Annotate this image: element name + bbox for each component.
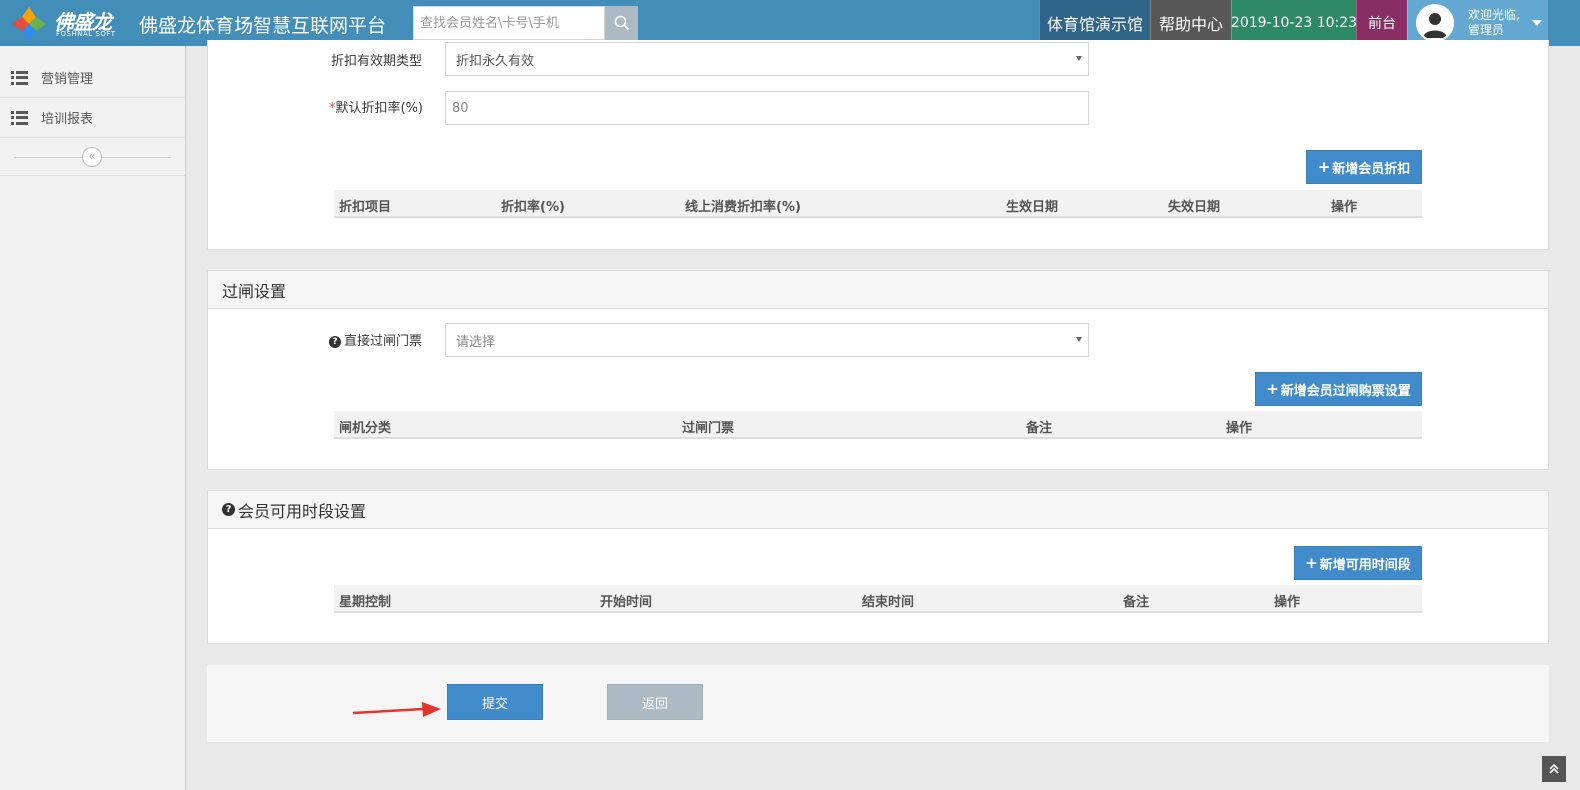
back-button[interactable]: 返回 bbox=[607, 684, 703, 720]
direct-gate-ticket-label: ? 直接过闸门票 bbox=[329, 330, 422, 349]
column-header: 开始时间 bbox=[600, 595, 653, 610]
button-label: 新增会员折扣 bbox=[1332, 161, 1411, 177]
question-circle-icon[interactable]: ? bbox=[329, 336, 341, 348]
add-time-slot-button[interactable]: + 新增可用时间段 bbox=[1294, 546, 1422, 580]
column-header: 备注 bbox=[1026, 421, 1053, 436]
sidebar-item-marketing[interactable]: 营销管理 bbox=[0, 46, 185, 98]
button-label: 新增可用时间段 bbox=[1319, 557, 1411, 573]
welcome-text: 欢迎光临, bbox=[1468, 8, 1520, 22]
column-header: 结束时间 bbox=[862, 595, 915, 610]
dropdown-arrow-icon bbox=[1076, 337, 1082, 342]
column-header: 备注 bbox=[1123, 595, 1150, 610]
panel-title: 过闸设置 bbox=[208, 271, 1548, 309]
column-header: 失效日期 bbox=[1168, 200, 1221, 215]
scroll-to-top-button[interactable] bbox=[1542, 756, 1566, 782]
list-icon bbox=[11, 70, 29, 85]
button-label: 新增会员过闸购票设置 bbox=[1280, 383, 1411, 399]
search-icon bbox=[614, 15, 629, 31]
default-discount-rate-label: *默认折扣率(%) bbox=[329, 97, 423, 116]
user-avatar-icon bbox=[1418, 6, 1452, 40]
sidebar-collapse-bar: « bbox=[0, 138, 185, 176]
time-slot-settings-panel: ? 会员可用时段设置 + 新增可用时间段 星期控制 开始时间 结束时间 备注 操作 bbox=[207, 490, 1549, 644]
gate-settings-panel: 过闸设置 ? 直接过闸门票 请选择 + 新增会员过闸购票设置 闸机分类 过闸门票 备… bbox=[207, 270, 1549, 470]
brand-logo[interactable]: 佛盛龙 FOSHNAL SOFT bbox=[8, 3, 130, 43]
panel-header: ? 会员可用时段设置 bbox=[208, 491, 1548, 529]
add-gate-ticket-setting-button[interactable]: + 新增会员过闸购票设置 bbox=[1255, 372, 1422, 406]
discount-period-type-select[interactable]: 折扣永久有效 bbox=[445, 42, 1089, 76]
select-placeholder: 请选择 bbox=[456, 334, 496, 350]
plus-icon: + bbox=[1317, 158, 1331, 176]
label-text: 直接过闸门票 bbox=[344, 334, 423, 349]
column-header: 操作 bbox=[1226, 421, 1253, 436]
default-discount-rate-input[interactable] bbox=[445, 91, 1089, 125]
submit-button[interactable]: 提交 bbox=[447, 684, 543, 720]
column-header: 操作 bbox=[1331, 200, 1358, 215]
double-chevron-up-icon bbox=[1549, 764, 1559, 774]
user-greeting: 欢迎光临, 管理员 bbox=[1468, 8, 1520, 38]
column-header: 星期控制 bbox=[339, 595, 392, 610]
select-value: 折扣永久有效 bbox=[456, 53, 535, 69]
column-header: 过闸门票 bbox=[682, 421, 735, 436]
list-icon bbox=[11, 110, 29, 125]
discount-table-header: 折扣项目 折扣率(%) 线上消费折扣率(%) 生效日期 失效日期 操作 bbox=[334, 190, 1422, 218]
column-header: 折扣率(%) bbox=[501, 200, 565, 215]
plus-icon: + bbox=[1266, 380, 1279, 398]
sidebar-item-label: 培训报表 bbox=[41, 112, 94, 127]
plus-icon: + bbox=[1305, 554, 1318, 572]
sidebar: 营销管理 培训报表 « bbox=[0, 46, 186, 790]
direct-gate-ticket-select[interactable]: 请选择 bbox=[445, 323, 1089, 357]
column-header: 线上消费折扣率(%) bbox=[685, 200, 801, 215]
gate-table-header: 闸机分类 过闸门票 备注 操作 bbox=[334, 411, 1422, 439]
panel-title: 会员可用时段设置 bbox=[238, 501, 367, 521]
member-search-input[interactable] bbox=[413, 6, 605, 40]
label-text: 默认折扣率(%) bbox=[335, 101, 424, 116]
column-header: 折扣项目 bbox=[339, 200, 392, 215]
app-title: 佛盛龙体育场智慧互联网平台 bbox=[139, 15, 387, 37]
sidebar-item-label: 营销管理 bbox=[41, 72, 94, 87]
sidebar-item-training-report[interactable]: 培训报表 bbox=[0, 98, 185, 138]
avatar bbox=[1416, 4, 1454, 42]
discount-period-type-label: 折扣有效期类型 bbox=[331, 54, 423, 69]
column-header: 闸机分类 bbox=[339, 421, 392, 436]
search-button[interactable] bbox=[605, 6, 638, 40]
logo-mark-icon bbox=[12, 7, 46, 41]
dropdown-arrow-icon bbox=[1076, 56, 1082, 61]
caret-down-icon bbox=[1531, 20, 1542, 26]
user-role: 管理员 bbox=[1468, 23, 1505, 37]
time-slot-table-header: 星期控制 开始时间 结束时间 备注 操作 bbox=[334, 585, 1422, 613]
sidebar-collapse-button[interactable]: « bbox=[82, 147, 102, 167]
annotation-arrow-icon bbox=[352, 702, 441, 717]
column-header: 操作 bbox=[1274, 595, 1301, 610]
logo-subtext: FOSHNAL SOFT bbox=[56, 30, 116, 38]
question-circle-icon[interactable]: ? bbox=[222, 503, 235, 516]
add-member-discount-button[interactable]: + 新增会员折扣 bbox=[1306, 150, 1422, 184]
column-header: 生效日期 bbox=[1006, 200, 1059, 215]
discount-settings-panel: 折扣有效期类型 折扣永久有效 *默认折扣率(%) +新增会员折扣 折扣项目 折扣… bbox=[207, 40, 1549, 250]
